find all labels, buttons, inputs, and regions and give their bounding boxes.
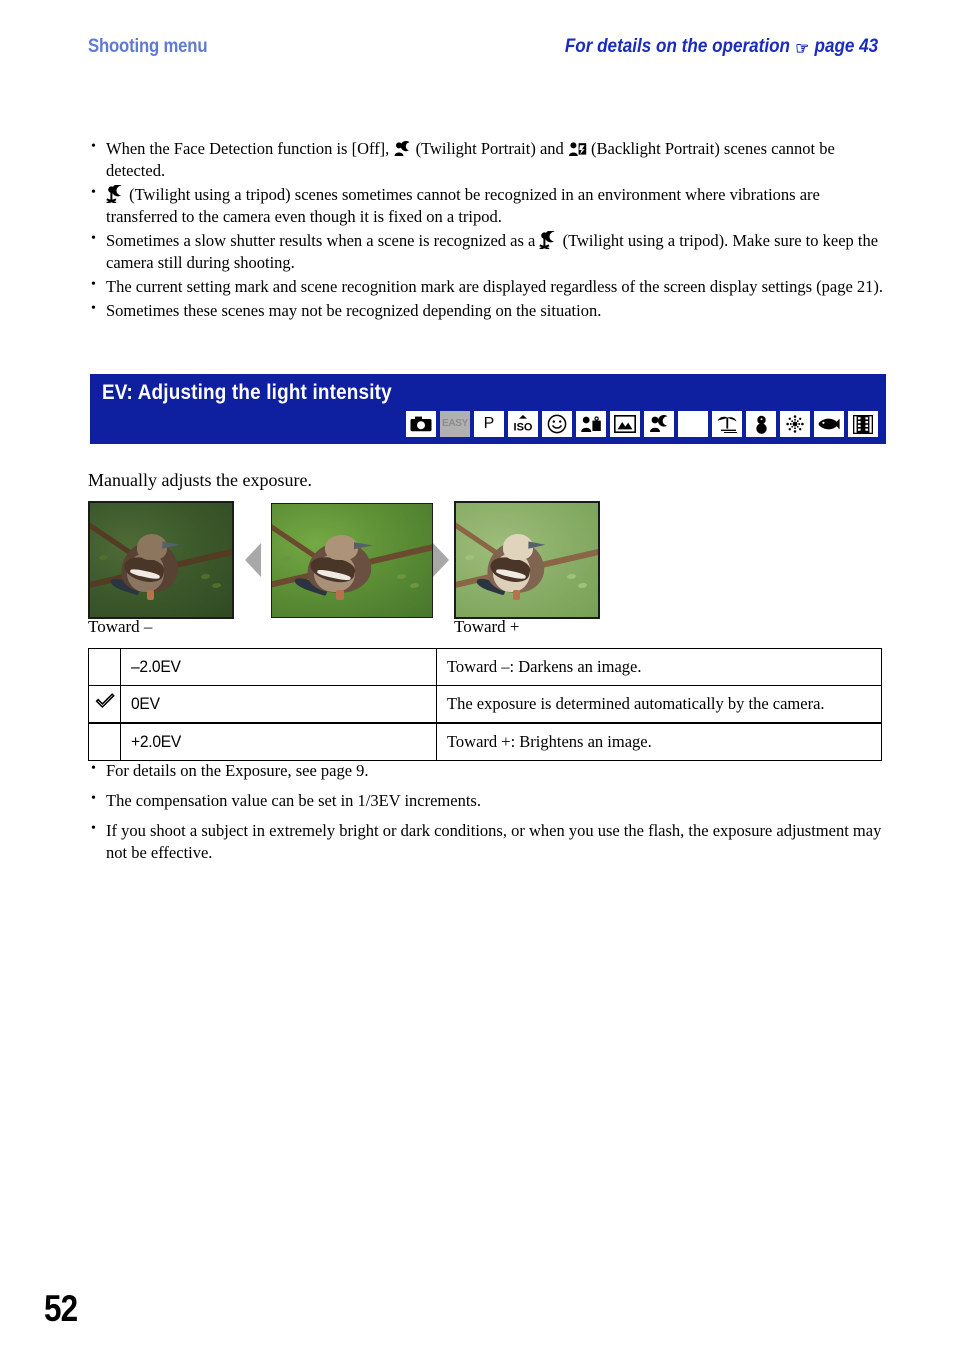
- row-description-cell: The exposure is determined automatically…: [436, 685, 882, 724]
- bird-scene-normal: [272, 504, 432, 617]
- twilight-portrait-icon: [393, 141, 411, 157]
- backlight-portrait-icon: [568, 141, 587, 157]
- camera-icon: [410, 416, 432, 432]
- mode-cell-snow[interactable]: [746, 411, 776, 437]
- mode-cell-program-auto[interactable]: P: [474, 411, 504, 437]
- sample-photo-strip: [88, 501, 888, 621]
- brightened-sample-photo: [454, 501, 600, 619]
- normal-sample-photo: [271, 503, 433, 618]
- ev-value: 0EV: [131, 694, 160, 713]
- soft-snap-icon: [581, 416, 601, 432]
- lead-description: Manually adjusts the exposure.: [88, 470, 312, 490]
- row-description-cell: Toward –: Darkens an image.: [436, 648, 882, 686]
- ev-value: +2.0EV: [131, 732, 182, 751]
- table-row[interactable]: 0EV The exposure is determined automatic…: [88, 685, 882, 724]
- note-item: For details on the Exposure, see page 9.: [88, 760, 888, 782]
- section-banner: EV: Adjusting the light intensity EASY P…: [90, 374, 886, 444]
- note-text: (Twilight using a tripod) scenes sometim…: [106, 184, 820, 226]
- fireworks-icon: [786, 415, 804, 433]
- toward-minus-arrow-icon: [245, 543, 261, 577]
- smile-icon: [547, 414, 567, 434]
- moon-icon: [690, 415, 699, 433]
- ev-settings-table: –2.0EV Toward –: Darkens an image. 0EV T…: [88, 648, 882, 761]
- table-row[interactable]: +2.0EV Toward +: Brightens an image.: [88, 722, 882, 761]
- mode-cell-landscape[interactable]: [610, 411, 640, 437]
- note-text: When the Face Detection function is [Off…: [106, 139, 390, 158]
- darkened-sample-photo: [88, 501, 234, 619]
- note-item: The current setting mark and scene recog…: [88, 276, 888, 298]
- bird-scene-bright: [456, 503, 598, 617]
- note-text: Sometimes a slow shutter results when a …: [106, 230, 536, 250]
- mode-cell-soft-snap[interactable]: [576, 411, 606, 437]
- row-value-cell: –2.0EV: [120, 648, 437, 686]
- row-check-cell: [88, 648, 121, 686]
- svg-text:ISO: ISO: [514, 421, 533, 433]
- mode-cell-fireworks[interactable]: [780, 411, 810, 437]
- note-item: When the Face Detection function is [Off…: [88, 138, 888, 182]
- mode-cell-smile-shutter[interactable]: [542, 411, 572, 437]
- page-header: Shooting menu For details on the operati…: [88, 36, 878, 66]
- mode-cell-underwater[interactable]: [814, 411, 844, 437]
- note-item: If you shoot a subject in extremely brig…: [88, 820, 888, 864]
- row-check-cell: [88, 722, 121, 761]
- mode-cell-beach[interactable]: [712, 411, 742, 437]
- bird-scene-dark: [90, 503, 232, 617]
- selected-check-icon: [95, 693, 115, 715]
- page-header-left-title: Shooting menu: [88, 36, 208, 57]
- row-check-cell: [88, 685, 121, 724]
- page-number: 52: [44, 1288, 78, 1329]
- note-item: (Twilight using a tripod) scenes sometim…: [88, 184, 888, 228]
- section-title: EV: Adjusting the light intensity: [102, 381, 392, 404]
- note-text: The current setting mark and scene recog…: [106, 276, 884, 296]
- ev-value: –2.0EV: [131, 657, 181, 676]
- page-header-right-title: For details on the operation ☞ page 43: [565, 36, 878, 58]
- mode-cell-still-shooting[interactable]: [406, 411, 436, 437]
- note-item: The compensation value can be set in 1/3…: [88, 790, 888, 812]
- row-description-cell: Toward +: Brightens an image.: [436, 722, 882, 761]
- mode-cell-high-sensitivity[interactable]: ISO: [508, 411, 538, 437]
- note-item: Sometimes a slow shutter results when a …: [88, 230, 888, 274]
- easy-label: EASY: [441, 418, 469, 429]
- twilight-portrait-icon: [650, 415, 668, 432]
- row-value-cell: +2.0EV: [120, 722, 437, 761]
- mode-cell-twilight-portrait[interactable]: [644, 411, 674, 437]
- page-header-right-text-b: page 43: [814, 36, 878, 57]
- note-text: Sometimes these scenes may not be recogn…: [106, 300, 602, 320]
- pointing-hand-icon: ☞: [795, 38, 809, 58]
- mode-icon-row: EASY P ISO: [406, 411, 878, 437]
- page-header-right-text-a: For details on the operation: [564, 36, 790, 57]
- movie-film-icon: [853, 414, 873, 434]
- fish-icon: [818, 418, 840, 430]
- toward-plus-arrow-icon: [433, 543, 449, 577]
- landscape-icon: [614, 415, 636, 433]
- twilight-tripod-icon: [539, 230, 558, 249]
- row-value-cell: 0EV: [120, 685, 437, 724]
- program-label: P: [483, 415, 495, 432]
- note-item: Sometimes these scenes may not be recogn…: [88, 300, 888, 322]
- notes-top-list: When the Face Detection function is [Off…: [88, 138, 888, 324]
- note-text: (Twilight Portrait) and: [415, 139, 564, 158]
- mode-cell-movie[interactable]: [848, 411, 878, 437]
- caption-toward-plus: Toward +: [454, 617, 520, 636]
- notes-bottom-list: For details on the Exposure, see page 9.…: [88, 760, 888, 872]
- snow-icon: [755, 415, 767, 434]
- beach-icon: [717, 416, 737, 433]
- mode-cell-twilight[interactable]: [678, 411, 708, 437]
- iso-icon: ISO: [514, 415, 533, 433]
- mode-cell-easy-shooting[interactable]: EASY: [440, 411, 470, 437]
- twilight-tripod-icon: [106, 184, 125, 203]
- caption-toward-minus: Toward –: [88, 617, 153, 636]
- table-row[interactable]: –2.0EV Toward –: Darkens an image.: [88, 648, 882, 686]
